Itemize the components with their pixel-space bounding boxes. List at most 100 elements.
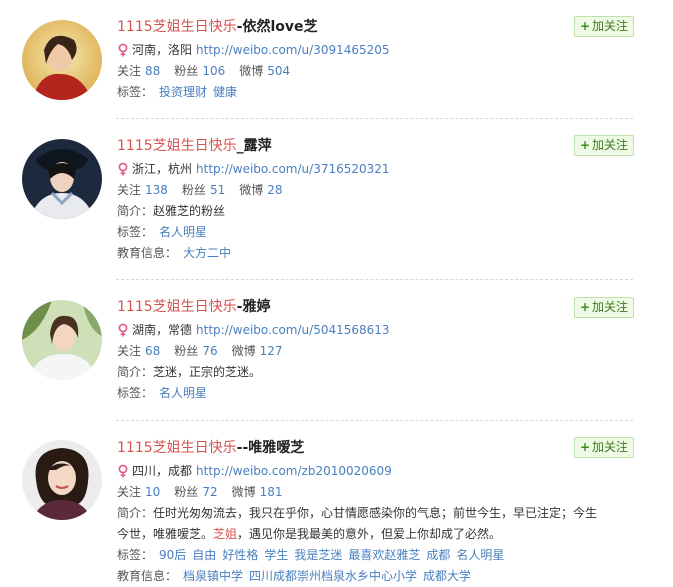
user-name-suffix[interactable]: -雅婷 xyxy=(237,299,271,315)
tag-link[interactable]: 名人明星 xyxy=(159,386,207,400)
user-name-suffix[interactable]: _露萍 xyxy=(237,138,272,154)
fans-label: 粉丝 xyxy=(181,183,206,197)
tag-link[interactable]: 成都 xyxy=(426,548,450,562)
following-count[interactable]: 10 xyxy=(145,485,160,499)
user-name[interactable]: 1115芝姐生日快乐-依然love芝 xyxy=(117,16,633,40)
weibo-count[interactable]: 504 xyxy=(267,64,290,78)
weibo-label: 微博 xyxy=(239,183,264,197)
fans-count[interactable]: 106 xyxy=(202,64,225,78)
school-link[interactable]: 四川成都崇州档泉水乡中心小学 xyxy=(249,569,417,583)
user-location: 湖南，常德 xyxy=(132,323,193,337)
school-link[interactable]: 档泉镇中学 xyxy=(183,569,243,583)
follow-button-label: 加关注 xyxy=(592,19,629,33)
user-card: 1115芝姐生日快乐_露萍 浙江，杭州 http://weibo.com/u/37… xyxy=(0,119,673,279)
user-name[interactable]: 1115芝姐生日快乐_露萍 xyxy=(117,135,633,159)
tag-link[interactable]: 投资理财 xyxy=(159,85,207,99)
gender-female-icon xyxy=(117,43,129,57)
user-card: 1115芝姐生日快乐-依然love芝 河南，洛阳 http://weibo.com… xyxy=(0,0,673,118)
tags-label: 标签： xyxy=(117,548,154,562)
education-label: 教育信息： xyxy=(117,246,178,260)
user-tags: 标签： 90后 自由 好性格 学生 我是芝迷 最喜欢赵雅芝 成都 名人明星 xyxy=(117,545,633,566)
following-label: 关注 xyxy=(117,344,142,358)
user-name-prefix[interactable]: 1115芝姐生日快乐 xyxy=(117,299,237,315)
follow-button[interactable]: + 加关注 xyxy=(574,16,634,37)
gender-female-icon xyxy=(117,162,129,176)
following-count[interactable]: 88 xyxy=(145,64,160,78)
user-location-row: 四川，成都 http://weibo.com/zb2010020609 xyxy=(117,461,633,482)
fans-label: 粉丝 xyxy=(174,485,199,499)
weibo-count[interactable]: 181 xyxy=(260,485,283,499)
user-location-row: 湖南，常德 http://weibo.com/u/5041568613 xyxy=(117,320,633,341)
avatar[interactable] xyxy=(22,300,102,380)
user-location-row: 浙江，杭州 http://weibo.com/u/3716520321 xyxy=(117,159,633,180)
weibo-label: 微博 xyxy=(231,485,256,499)
fans-count[interactable]: 72 xyxy=(202,485,217,499)
follow-button[interactable]: + 加关注 xyxy=(574,135,634,156)
intro-label: 简介： xyxy=(117,204,154,218)
follow-button-label: 加关注 xyxy=(592,440,629,454)
user-name[interactable]: 1115芝姐生日快乐--唯雅嗳芝 xyxy=(117,437,633,461)
following-count[interactable]: 68 xyxy=(145,344,160,358)
weibo-label: 微博 xyxy=(239,64,264,78)
education-label: 教育信息： xyxy=(117,569,178,583)
intro-text: 赵雅芝的粉丝 xyxy=(153,204,226,218)
avatar[interactable] xyxy=(22,20,102,100)
user-location: 浙江，杭州 xyxy=(132,162,193,176)
user-education: 教育信息： 大方二中 xyxy=(117,243,633,264)
intro-highlight: 芝姐 xyxy=(213,527,238,541)
user-url[interactable]: http://weibo.com/u/5041568613 xyxy=(196,323,390,337)
tag-link[interactable]: 名人明星 xyxy=(456,548,504,562)
tags-label: 标签： xyxy=(117,225,154,239)
tag-link[interactable]: 名人明星 xyxy=(159,225,207,239)
user-name-suffix[interactable]: --唯雅嗳芝 xyxy=(237,440,305,456)
user-list: 1115芝姐生日快乐-依然love芝 河南，洛阳 http://weibo.com… xyxy=(0,0,673,584)
following-count[interactable]: 138 xyxy=(145,183,168,197)
fans-label: 粉丝 xyxy=(174,64,199,78)
tag-link[interactable]: 健康 xyxy=(213,85,237,99)
tag-link[interactable]: 我是芝迷 xyxy=(294,548,342,562)
plus-icon: + xyxy=(579,300,591,314)
following-label: 关注 xyxy=(117,183,142,197)
user-location: 四川，成都 xyxy=(132,464,193,478)
follow-button-label: 加关注 xyxy=(592,138,629,152)
user-intro: 简介：芝迷，正宗的芝迷。 xyxy=(117,362,633,383)
tag-link[interactable]: 最喜欢赵雅芝 xyxy=(348,548,420,562)
user-name-prefix[interactable]: 1115芝姐生日快乐 xyxy=(117,138,237,154)
user-name-prefix[interactable]: 1115芝姐生日快乐 xyxy=(117,440,237,456)
avatar[interactable] xyxy=(22,440,102,520)
user-intro: 简介：赵雅芝的粉丝 xyxy=(117,201,633,222)
weibo-label: 微博 xyxy=(231,344,256,358)
user-tags: 标签： 名人明星 xyxy=(117,222,633,243)
user-url[interactable]: http://weibo.com/zb2010020609 xyxy=(196,464,392,478)
user-url[interactable]: http://weibo.com/u/3091465205 xyxy=(196,43,390,57)
weibo-count[interactable]: 28 xyxy=(267,183,282,197)
tag-link[interactable]: 好性格 xyxy=(222,548,258,562)
weibo-count[interactable]: 127 xyxy=(260,344,283,358)
tag-link[interactable]: 自由 xyxy=(192,548,216,562)
tag-link[interactable]: 学生 xyxy=(264,548,288,562)
user-location-row: 河南，洛阳 http://weibo.com/u/3091465205 xyxy=(117,40,633,61)
user-name-prefix[interactable]: 1115芝姐生日快乐 xyxy=(117,19,237,35)
school-link[interactable]: 成都大学 xyxy=(423,569,471,583)
fans-count[interactable]: 51 xyxy=(210,183,225,197)
fans-label: 粉丝 xyxy=(174,344,199,358)
user-card: 1115芝姐生日快乐--唯雅嗳芝 四川，成都 http://weibo.com/z… xyxy=(0,421,673,584)
avatar[interactable] xyxy=(22,139,102,219)
user-stats: 关注 68 粉丝 76 微博 127 xyxy=(117,341,633,362)
plus-icon: + xyxy=(579,19,591,33)
user-url[interactable]: http://weibo.com/u/3716520321 xyxy=(196,162,390,176)
intro-label: 简介： xyxy=(117,506,154,520)
follow-button[interactable]: + 加关注 xyxy=(574,297,634,318)
user-stats: 关注 10 粉丝 72 微博 181 xyxy=(117,482,633,503)
school-link[interactable]: 大方二中 xyxy=(183,246,231,260)
follow-button[interactable]: + 加关注 xyxy=(574,437,634,458)
user-name-suffix[interactable]: -依然love芝 xyxy=(237,19,318,35)
fans-count[interactable]: 76 xyxy=(202,344,217,358)
follow-button-label: 加关注 xyxy=(592,300,629,314)
user-name[interactable]: 1115芝姐生日快乐-雅婷 xyxy=(117,296,633,320)
user-location: 河南，洛阳 xyxy=(132,43,193,57)
tag-link[interactable]: 90后 xyxy=(159,548,186,562)
plus-icon: + xyxy=(579,138,591,152)
plus-icon: + xyxy=(579,440,591,454)
following-label: 关注 xyxy=(117,64,142,78)
